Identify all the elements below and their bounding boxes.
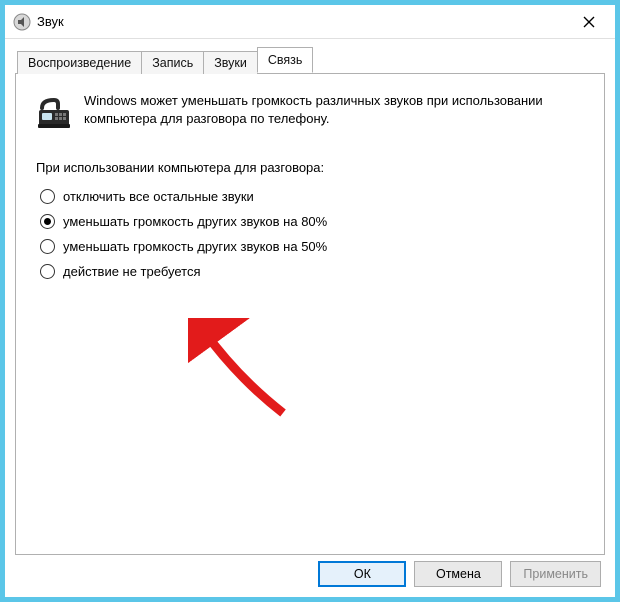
window-title: Звук: [37, 14, 569, 29]
tab-playback[interactable]: Воспроизведение: [17, 51, 142, 74]
radio-icon: [40, 264, 55, 279]
close-button[interactable]: [569, 8, 609, 36]
radio-label: отключить все остальные звуки: [63, 189, 254, 204]
tab-panel-communications: Windows может уменьшать громкость различ…: [15, 73, 605, 555]
radio-label: уменьшать громкость других звуков на 80%: [63, 214, 327, 229]
radio-do-nothing[interactable]: действие не требуется: [40, 264, 584, 279]
tabstrip: Воспроизведение Запись Звуки Связь: [17, 47, 605, 73]
apply-button[interactable]: Применить: [510, 561, 601, 587]
sound-dialog-window: Звук Воспроизведение Запись Звуки Связь: [0, 0, 620, 602]
radio-label: действие не требуется: [63, 264, 201, 279]
radio-group-label: При использовании компьютера для разгово…: [36, 160, 584, 175]
radio-mute-all[interactable]: отключить все остальные звуки: [40, 189, 584, 204]
cancel-button[interactable]: Отмена: [414, 561, 502, 587]
ok-button[interactable]: ОК: [318, 561, 406, 587]
radio-reduce-80[interactable]: уменьшать громкость других звуков на 80%: [40, 214, 584, 229]
radio-label: уменьшать громкость других звуков на 50%: [63, 239, 327, 254]
radio-reduce-50[interactable]: уменьшать громкость других звуков на 50%: [40, 239, 584, 254]
annotation-arrow-icon: [188, 318, 298, 428]
intro-text: Windows может уменьшать громкость различ…: [84, 92, 584, 127]
radio-icon: [40, 214, 55, 229]
titlebar: Звук: [5, 5, 615, 39]
close-icon: [583, 16, 595, 28]
radio-icon: [40, 239, 55, 254]
radio-icon: [40, 189, 55, 204]
dialog-button-row: ОК Отмена Применить: [318, 561, 601, 587]
sound-icon: [13, 13, 31, 31]
tab-sounds[interactable]: Звуки: [203, 51, 258, 74]
phone-device-icon: [36, 94, 72, 130]
tab-recording[interactable]: Запись: [141, 51, 204, 74]
tab-communications[interactable]: Связь: [257, 47, 314, 73]
dialog-body: Воспроизведение Запись Звуки Связь: [5, 39, 615, 549]
intro-section: Windows может уменьшать громкость различ…: [36, 92, 584, 130]
